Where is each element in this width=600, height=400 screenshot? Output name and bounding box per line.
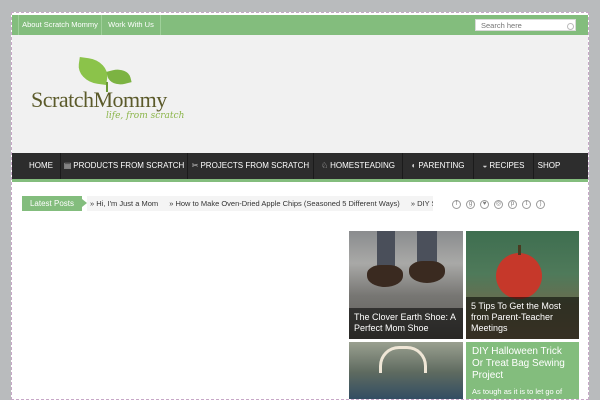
work-with-us-link[interactable]: Work With Us [102,15,161,35]
shoe-image [377,231,395,267]
nav-item-homesteading[interactable]: ♘ HOMESTEADING [314,153,403,179]
nav-item-label: PRODUCTS FROM SCRATCH [73,161,185,170]
jar-icon: ▤ [63,161,72,170]
latest-posts-ticker: » Hi, I'm Just a Mom » How to Make Oven-… [87,196,433,211]
post-tile-bag[interactable] [349,342,463,399]
ticker-item[interactable]: » How to Make Oven-Dried Apple Chips (Se… [169,199,400,208]
leaf-icon [76,57,110,85]
main-nav: HOME ▤ PRODUCTS FROM SCRATCH ✂ PROJECTS FR… [12,153,588,182]
search-icon[interactable] [567,23,574,30]
latest-posts-label: Latest Posts [22,196,87,211]
apple-image [496,253,542,299]
post-title[interactable]: The Clover Earth Shoe: A Perfect Mom Sho… [349,308,463,339]
nav-item-recipes[interactable]: ◒ RECIPES [474,153,534,179]
ticker-item[interactable]: » Hi, I'm Just a Mom [90,199,158,208]
nav-item-parenting[interactable]: ◐ PARENTING [403,153,474,179]
nav-item-label: HOMESTEADING [330,161,396,170]
about-link[interactable]: About Scratch Mommy [18,15,102,35]
apple-image [518,245,521,255]
nav-item-shop[interactable]: SHOP [534,153,564,179]
nav-item-projects[interactable]: ✂ PROJECTS FROM SCRATCH [188,153,314,179]
nav-item-products[interactable]: ▤ PRODUCTS FROM SCRATCH [61,153,188,179]
shoe-image [409,261,445,283]
pinterest-icon[interactable]: p [508,200,517,209]
facebook-icon[interactable]: f [452,200,461,209]
search-input[interactable] [475,19,576,31]
rss-icon[interactable]: ) [536,200,545,209]
shoe-image [367,265,403,287]
post-excerpt: As tough as it is to let go of [472,387,563,396]
instagram-icon[interactable]: ◎ [494,200,503,209]
post-tile-halloween[interactable]: DIY Halloween Trick Or Treat Bag Sewing … [466,342,579,399]
shoe-image [417,231,437,265]
ticker-item[interactable]: » DIY S [411,199,433,208]
page: About Scratch Mommy Work With Us Scratch… [11,12,589,400]
nav-item-label: PROJECTS FROM SCRATCH [200,161,310,170]
baby-icon: ◐ [411,161,417,170]
chicken-icon: ♘ [320,161,329,170]
nav-item-label: PARENTING [418,161,465,170]
nav-item-label: HOME [29,161,53,170]
heart-icon[interactable]: ♥ [480,200,489,209]
top-bar: About Scratch Mommy Work With Us [12,15,588,35]
bowl-icon: ◒ [482,161,488,170]
google-plus-icon[interactable]: g [466,200,475,209]
logo-tagline: life, from scratch [106,111,185,121]
nav-item-label: SHOP [537,161,561,170]
leaf-icon [106,66,132,88]
post-tile-shoe[interactable]: The Clover Earth Shoe: A Perfect Mom Sho… [349,231,463,339]
bag-image [379,346,427,373]
post-title[interactable]: 5 Tips To Get the Most from Parent-Teach… [466,297,579,339]
scissors-icon: ✂ [191,161,199,170]
logo-name: ScratchMommy [31,87,167,112]
nav-item-home[interactable]: HOME [22,153,61,179]
site-header: ScratchMommy life, from scratch [12,35,588,153]
nav-item-label: RECIPES [489,161,525,170]
post-tile-apple[interactable]: 5 Tips To Get the Most from Parent-Teach… [466,231,579,339]
tumblr-icon[interactable]: t [522,200,531,209]
post-title[interactable]: DIY Halloween Trick Or Treat Bag Sewing … [472,346,574,382]
